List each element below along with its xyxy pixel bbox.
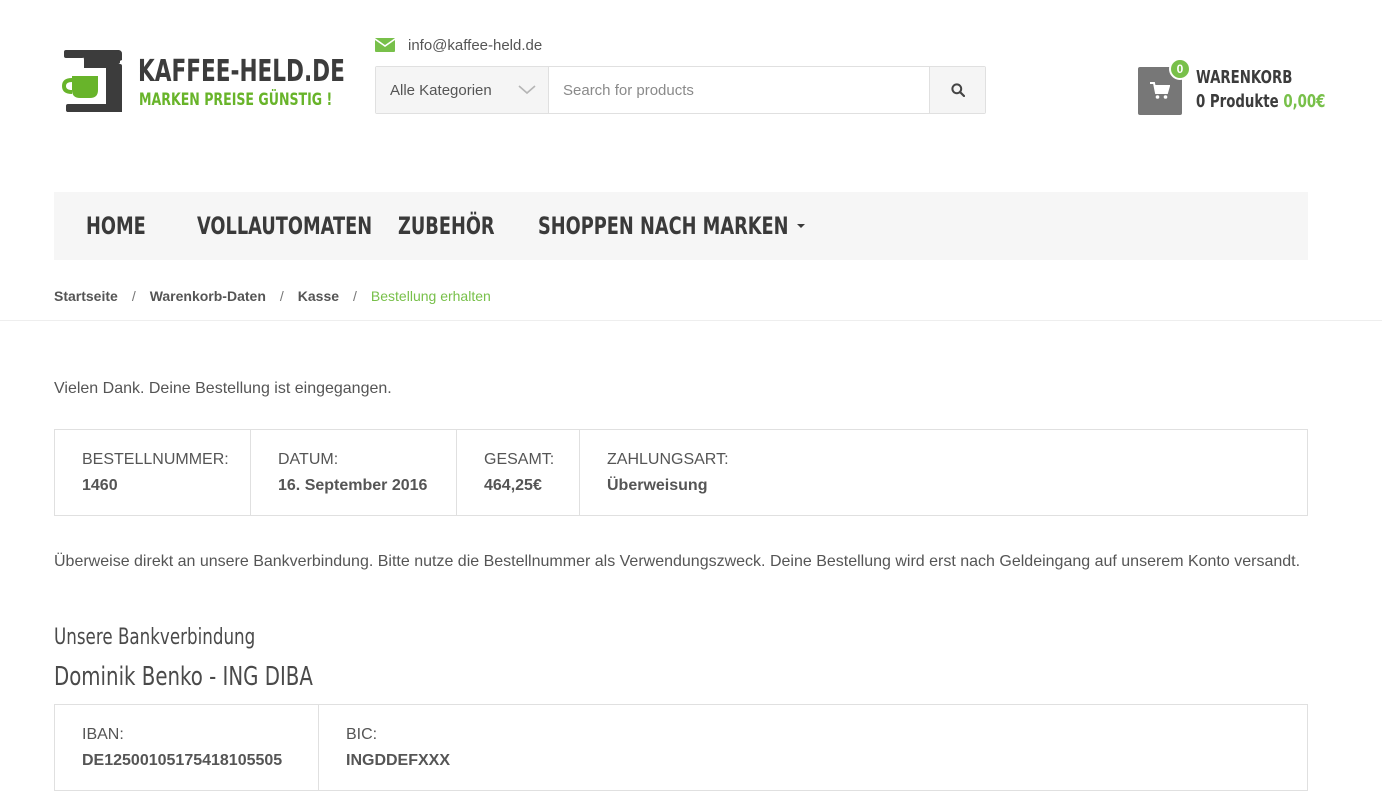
divider	[0, 320, 1382, 321]
cart-item-count: 0 Produkte	[1196, 91, 1279, 112]
order-received-message: Vielen Dank. Deine Bestellung ist eingeg…	[54, 380, 392, 397]
logo-tagline: MARKEN PREISE GÜNSTIG !	[139, 90, 333, 110]
mini-cart[interactable]: 0 WARENKORB 0 Produkte 0,00€	[1138, 58, 1325, 116]
breadcrumb-separator: /	[279, 288, 284, 304]
bank-detail-label: BIC:	[346, 726, 378, 743]
order-payment-method: ZAHLUNGSART: Überweisung	[580, 430, 1307, 515]
breadcrumb-current: Bestellung erhalten	[370, 288, 491, 304]
nav-item-zubehoer[interactable]: ZUBEHÖR	[398, 212, 538, 240]
bank-bic: BIC: INGDDEFXXX	[319, 705, 1307, 790]
category-select[interactable]: Alle Kategorien	[376, 67, 549, 113]
search-icon	[950, 83, 965, 97]
order-detail-value: Überweisung	[607, 477, 708, 494]
nav-item-label: VOLLAUTOMATEN	[197, 212, 373, 240]
nav-item-label: HOME	[86, 212, 146, 240]
cart-title: WARENKORB	[1196, 67, 1293, 88]
order-number: BESTELLNUMMER: 1460	[55, 430, 251, 515]
breadcrumb-link-checkout[interactable]: Kasse	[298, 288, 339, 304]
coffee-machine-icon	[61, 50, 122, 112]
caret-down-icon	[796, 224, 805, 228]
logo-brand: KAFFEE-HELD.DE	[138, 54, 345, 89]
order-detail-label: GESAMT:	[484, 451, 555, 468]
bank-detail-label: IBAN:	[82, 726, 124, 743]
breadcrumb-link-cart[interactable]: Warenkorb-Daten	[150, 288, 266, 304]
order-detail-label: ZAHLUNGSART:	[607, 451, 729, 468]
nav-item-label: ZUBEHÖR	[398, 212, 495, 240]
nav-item-home[interactable]: HOME	[86, 212, 197, 240]
contact-email-text: info@kaffee-held.de	[408, 36, 543, 54]
order-detail-value: 464,25€	[484, 477, 542, 494]
breadcrumb: Startseite / Warenkorb-Daten / Kasse / B…	[54, 288, 491, 304]
order-date: DATUM: 16. September 2016	[251, 430, 457, 515]
account-holder: Dominik Benko - ING DIBA	[54, 662, 313, 692]
order-detail-label: DATUM:	[278, 451, 339, 468]
search-button[interactable]	[929, 67, 985, 113]
breadcrumb-link-home[interactable]: Startseite	[54, 288, 118, 304]
cart-icon	[1150, 82, 1170, 99]
bank-detail-value: DE12500105175418105505	[82, 752, 283, 769]
site-logo[interactable]: KAFFEE-HELD.DE MARKEN PREISE GÜNSTIG !	[60, 46, 345, 116]
breadcrumb-separator: /	[353, 288, 357, 304]
order-total: GESAMT: 464,25€	[457, 430, 580, 515]
bank-details: IBAN: DE12500105175418105505 BIC: INGDDE…	[54, 704, 1308, 791]
order-detail-label: BESTELLNUMMER:	[82, 451, 229, 468]
bank-transfer-instructions: Überweise direkt an unsere Bankverbindun…	[54, 553, 1301, 570]
contact-email[interactable]: info@kaffee-held.de	[375, 35, 542, 55]
product-search: Alle Kategorien	[375, 66, 986, 114]
cart-summary: 0 Produkte 0,00€	[1196, 91, 1325, 113]
bank-details-heading: Unsere Bankverbindung	[54, 625, 256, 650]
order-detail-value: 16. September 2016	[278, 477, 428, 494]
main-navigation: HOME VOLLAUTOMATEN ZUBEHÖR SHOPPEN NACH …	[54, 192, 1308, 260]
bank-detail-value: INGDDEFXXX	[346, 752, 451, 769]
cart-count-badge: 0	[1169, 58, 1191, 80]
nav-item-vollautomaten[interactable]: VOLLAUTOMATEN	[197, 212, 398, 240]
nav-item-label: SHOPPEN NACH MARKEN	[538, 212, 789, 240]
category-select-label: Alle Kategorien	[390, 81, 492, 99]
breadcrumb-separator: /	[131, 288, 136, 304]
bank-iban: IBAN: DE12500105175418105505	[55, 705, 319, 790]
nav-item-marken[interactable]: SHOPPEN NACH MARKEN	[538, 212, 805, 240]
order-detail-value: 1460	[82, 477, 118, 494]
chevron-down-icon	[518, 85, 536, 95]
envelope-icon	[375, 38, 395, 52]
search-input[interactable]	[549, 67, 929, 113]
cart-total: 0,00€	[1283, 91, 1326, 112]
order-overview: BESTELLNUMMER: 1460 DATUM: 16. September…	[54, 429, 1308, 516]
